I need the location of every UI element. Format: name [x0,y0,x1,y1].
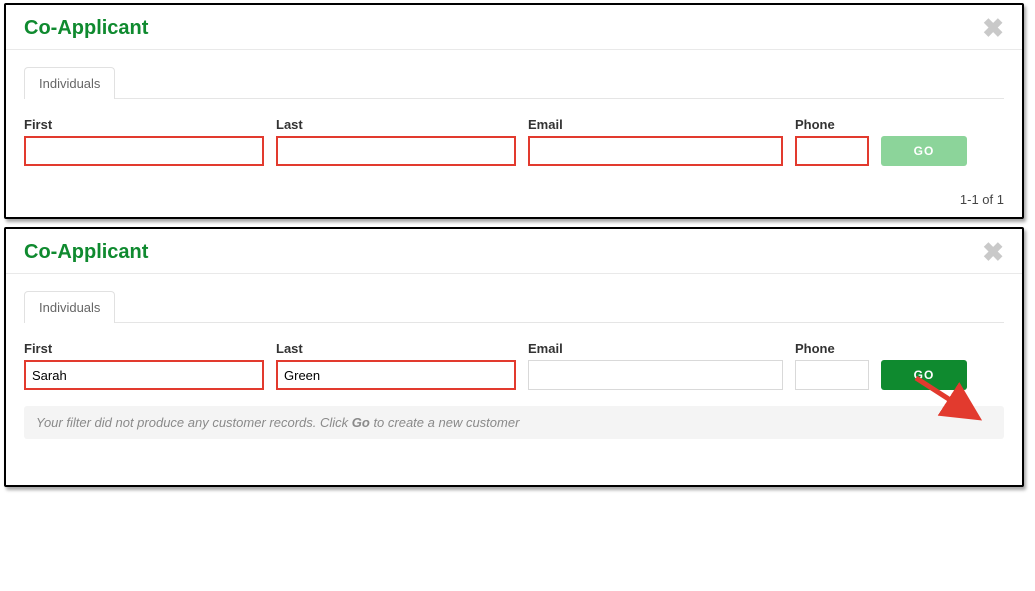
phone-field-wrap: Phone [795,117,869,166]
email-field-wrap: Email [528,117,783,166]
last-field-wrap: Last [276,341,516,390]
first-field-wrap: First [24,117,264,166]
close-icon[interactable]: ✖ [982,239,1004,265]
panel-header: Co-Applicant ✖ [6,229,1022,274]
msg-go-word: Go [352,415,370,430]
email-label: Email [528,117,783,132]
phone-field-wrap: Phone [795,341,869,390]
last-input[interactable] [276,136,516,166]
email-input[interactable] [528,360,783,390]
msg-part-a: Your filter did not produce any customer… [36,415,352,430]
filter-row: First Last Email Phone GO [24,117,1004,166]
co-applicant-panel-empty: Co-Applicant ✖ Individuals First Last Em… [4,3,1024,219]
panel-title: Co-Applicant [24,241,148,264]
first-input[interactable] [24,360,264,390]
go-wrap: GO [881,360,967,390]
tab-individuals[interactable]: Individuals [24,291,115,323]
msg-part-b: to create a new customer [370,415,520,430]
last-label: Last [276,117,516,132]
last-label: Last [276,341,516,356]
horizontal-scroll[interactable]: Co-Applicant ✖ Individuals First Last Em… [0,0,1035,495]
email-field-wrap: Email [528,341,783,390]
phone-input[interactable] [795,360,869,390]
pager-text: 1-1 of 1 [6,180,1022,217]
panel-header: Co-Applicant ✖ [6,5,1022,50]
phone-label: Phone [795,341,869,356]
close-icon[interactable]: ✖ [982,15,1004,41]
filter-row: First Last Email Phone GO [24,341,1004,390]
email-label: Email [528,341,783,356]
go-button[interactable]: GO [881,360,967,390]
last-field-wrap: Last [276,117,516,166]
co-applicant-panel-filled: Co-Applicant ✖ Individuals First Last Em… [4,227,1024,487]
phone-input[interactable] [795,136,869,166]
go-button[interactable]: GO [881,136,967,166]
first-input[interactable] [24,136,264,166]
panel-body: Individuals First Last Email Phone GO [6,274,1022,457]
last-input[interactable] [276,360,516,390]
panel-body: Individuals First Last Email Phone GO [6,50,1022,180]
first-label: First [24,341,264,356]
tabs: Individuals [24,290,1004,323]
first-label: First [24,117,264,132]
no-results-message: Your filter did not produce any customer… [24,406,1004,439]
first-field-wrap: First [24,341,264,390]
tabs: Individuals [24,66,1004,99]
tab-individuals[interactable]: Individuals [24,67,115,99]
go-wrap: GO [881,136,967,166]
email-input[interactable] [528,136,783,166]
panel-title: Co-Applicant [24,17,148,40]
phone-label: Phone [795,117,869,132]
